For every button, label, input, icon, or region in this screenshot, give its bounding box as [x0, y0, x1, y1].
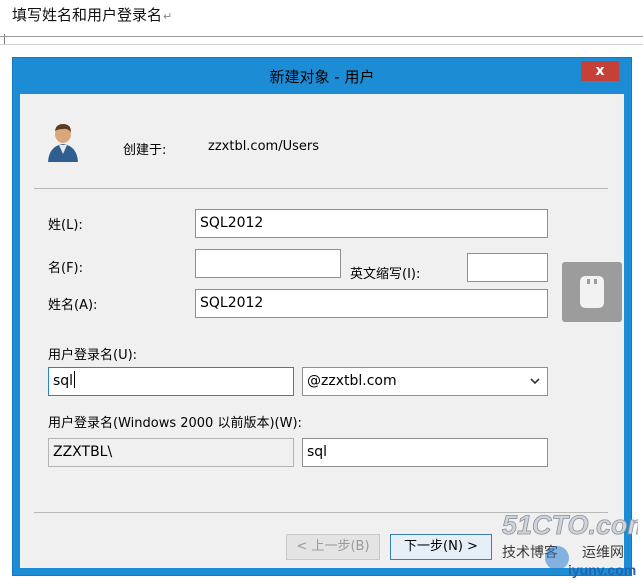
document-rule: [0, 36, 643, 37]
svg-text:51CTO.com: 51CTO.com: [502, 510, 638, 540]
caption-text: 填写姓名和用户登录名: [12, 6, 163, 24]
svg-text:运维网: 运维网: [582, 545, 624, 561]
close-icon: x: [595, 63, 605, 79]
user-avatar-icon: [48, 124, 78, 162]
dialog-client-area: 创建于: zzxtbl.com/Users 姓(L): SQL2012 名(F)…: [20, 94, 624, 568]
floating-widget[interactable]: [562, 262, 622, 322]
full-name-label: 姓名(A):: [48, 298, 98, 313]
first-name-field[interactable]: [195, 249, 341, 278]
last-name-label: 姓(L):: [48, 218, 83, 233]
next-button[interactable]: 下一步(N) >: [390, 534, 492, 560]
first-name-label: 名(F):: [48, 261, 84, 276]
last-name-field[interactable]: SQL2012: [195, 209, 548, 238]
dialog-title: 新建对象 - 用户: [269, 68, 375, 86]
new-object-user-dialog: 新建对象 - 用户 x 创建于: zzxtbl.com/Users 姓(L): …: [12, 57, 632, 576]
close-button[interactable]: x: [581, 61, 619, 81]
document-caption: 填写姓名和用户登录名↵: [12, 4, 172, 25]
full-name-field[interactable]: SQL2012: [195, 289, 548, 318]
svg-text:iyunv.com: iyunv.com: [568, 562, 636, 578]
create-in-path: zzxtbl.com/Users: [208, 139, 319, 154]
logon-name-text: sql: [53, 373, 74, 389]
logon-name-label: 用户登录名(U):: [48, 348, 138, 363]
document-rule-secondary: [0, 44, 643, 45]
usb-device-icon: [580, 276, 604, 308]
prewin2000-domain-field: ZZXTBL\: [48, 438, 294, 467]
dialog-titlebar[interactable]: 新建对象 - 用户 x: [13, 58, 631, 94]
paragraph-mark: ↵: [163, 10, 173, 23]
logon-name-field[interactable]: sql: [48, 367, 294, 396]
initials-label: 英文缩写(I):: [350, 267, 421, 282]
prewin2000-name-field[interactable]: sql: [302, 438, 548, 467]
prewin2000-label: 用户登录名(Windows 2000 以前版本)(W):: [48, 416, 302, 431]
upn-suffix-select[interactable]: @zzxtbl.com: [302, 367, 548, 396]
upn-suffix-value: @zzxtbl.com: [307, 373, 397, 389]
create-in-label: 创建于:: [123, 143, 167, 158]
site-watermark-logo: 51CTO.com 技术博客 运维网 iyunv.com: [502, 510, 638, 578]
initials-field[interactable]: [467, 253, 548, 282]
chevron-down-icon: [530, 378, 540, 385]
text-caret: [74, 371, 76, 388]
header-divider: [34, 188, 608, 189]
back-button[interactable]: < 上一步(B): [286, 534, 380, 560]
